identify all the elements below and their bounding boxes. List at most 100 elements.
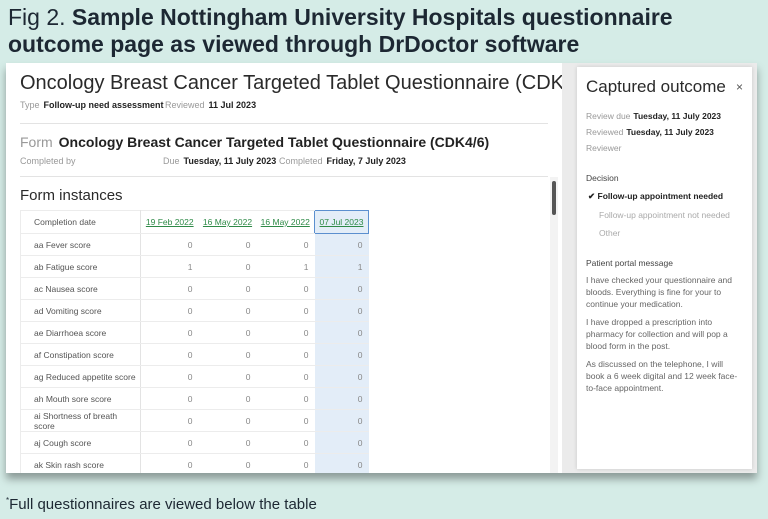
divider (20, 123, 548, 124)
date-column-link[interactable]: 19 Feb 2022 (140, 210, 199, 234)
table-header-row: Completion date 19 Feb 2022 16 May 2022 16 … (20, 210, 369, 234)
score-cell: 0 (256, 343, 315, 366)
message-paragraph: I have checked your questionnaire and bl… (586, 275, 733, 309)
score-cell: 0 (314, 365, 369, 388)
form-instances-title: Form instances (20, 187, 123, 204)
message-label: Patient portal message (586, 258, 673, 268)
figure-caption: Fig 2. Sample Nottingham University Hosp… (8, 4, 768, 58)
score-cell: 0 (314, 321, 369, 344)
row-label: ag Reduced appetite score (20, 365, 141, 388)
score-cell: 0 (198, 321, 257, 344)
column-header: Completion date (20, 210, 141, 234)
score-cell: 0 (140, 365, 199, 388)
row-label: af Constipation score (20, 343, 141, 366)
score-cell: 1 (314, 255, 369, 278)
score-cell: 0 (198, 233, 257, 256)
reviewer: Reviewer (586, 143, 622, 153)
score-cell: 0 (314, 277, 369, 300)
decision-option-not-needed[interactable]: Follow-up appointment not needed (586, 210, 743, 220)
row-label: aa Fever score (20, 233, 141, 256)
score-cell: 0 (198, 387, 257, 410)
row-label: ah Mouth sore score (20, 387, 141, 410)
score-cell: 0 (314, 409, 369, 432)
table-row: ab Fatigue score 1 0 1 1 (20, 255, 369, 278)
review-due: Review due Tuesday, 11 July 2023 (586, 111, 721, 121)
row-label: ad Vomiting score (20, 299, 141, 322)
score-cell: 0 (314, 431, 369, 454)
score-cell: 0 (140, 277, 199, 300)
score-cell: 0 (140, 233, 199, 256)
score-cell: 0 (256, 277, 315, 300)
scrollbar-thumb[interactable] (552, 181, 556, 215)
footnote: *Full questionnaires are viewed below th… (6, 496, 317, 513)
figure-label: Fig 2. (8, 4, 66, 30)
score-cell: 0 (140, 321, 199, 344)
score-cell: 0 (140, 431, 199, 454)
captured-outcome-panel: Captured outcome × Review due Tuesday, 11 … (577, 67, 752, 469)
row-label: ai Shortness of breath score (20, 409, 141, 432)
row-label: ae Diarrhoea score (20, 321, 141, 344)
score-cell: 0 (140, 409, 199, 432)
divider (20, 176, 548, 177)
score-cell: 0 (198, 255, 257, 278)
decision-option-other[interactable]: Other (586, 228, 743, 238)
table-row: ad Vomiting score 0 0 0 0 (20, 299, 369, 322)
main-panel: Oncology Breast Cancer Targeted Tablet Q… (6, 63, 562, 473)
date-column-link[interactable]: 16 May 2022 (256, 210, 315, 234)
table-row: ai Shortness of breath score 0 0 0 0 (20, 409, 369, 432)
close-icon[interactable]: × (736, 80, 743, 94)
table-row: ac Nausea score 0 0 0 0 (20, 277, 369, 300)
table-row: aj Cough score 0 0 0 0 (20, 431, 369, 454)
score-cell: 0 (256, 299, 315, 322)
score-cell: 0 (314, 233, 369, 256)
reviewed: Reviewed Tuesday, 11 July 2023 (586, 127, 714, 137)
score-cell: 0 (198, 343, 257, 366)
table-row: aa Fever score 0 0 0 0 (20, 233, 369, 256)
score-cell: 0 (198, 299, 257, 322)
score-cell: 0 (256, 453, 315, 473)
score-cell: 0 (314, 453, 369, 473)
score-cell: 1 (256, 255, 315, 278)
decision-label: Decision (586, 173, 619, 183)
type-meta: Type Follow-up need assessment (20, 100, 164, 110)
score-cell: 0 (198, 365, 257, 388)
panel-title: Captured outcome (586, 77, 726, 96)
table-row: ak Skin rash score 0 0 0 0 (20, 453, 369, 473)
score-cell: 0 (256, 321, 315, 344)
form-instances-table: Completion date 19 Feb 2022 16 May 2022 16 … (20, 210, 369, 473)
page-title: Oncology Breast Cancer Targeted Tablet Q… (20, 72, 562, 94)
score-cell: 0 (140, 453, 199, 473)
decision-option-needed[interactable]: ✔ Follow-up appointment needed (586, 191, 743, 202)
due-meta: Due Tuesday, 11 July 2023 (163, 156, 277, 166)
check-icon: ✔ (588, 191, 596, 201)
score-cell: 0 (256, 431, 315, 454)
scrollbar[interactable] (550, 177, 558, 473)
row-label: ab Fatigue score (20, 255, 141, 278)
score-cell: 0 (198, 453, 257, 473)
score-cell: 0 (314, 299, 369, 322)
completed-meta: Completed Friday, 7 July 2023 (279, 156, 406, 166)
score-cell: 1 (140, 255, 199, 278)
row-label: aj Cough score (20, 431, 141, 454)
date-column-link[interactable]: 16 May 2022 (198, 210, 257, 234)
row-label: ac Nausea score (20, 277, 141, 300)
score-cell: 0 (256, 409, 315, 432)
app-screen: Oncology Breast Cancer Targeted Tablet Q… (6, 63, 757, 473)
table-row: ae Diarrhoea score 0 0 0 0 (20, 321, 369, 344)
score-cell: 0 (314, 387, 369, 410)
completed-by: Completed by (20, 156, 76, 166)
message-paragraph: I have dropped a prescription into pharm… (586, 317, 728, 351)
score-cell: 0 (256, 365, 315, 388)
row-label: ak Skin rash score (20, 453, 141, 473)
score-cell: 0 (140, 343, 199, 366)
score-cell: 0 (140, 299, 199, 322)
reviewed-meta: Reviewed 11 Jul 2023 (165, 100, 257, 110)
date-column-link[interactable]: 07 Jul 2023 (314, 210, 369, 234)
message-paragraph: As discussed on the telephone, I will bo… (586, 359, 738, 393)
score-cell: 0 (198, 431, 257, 454)
table-row: ag Reduced appetite score 0 0 0 0 (20, 365, 369, 388)
score-cell: 0 (256, 387, 315, 410)
score-cell: 0 (256, 233, 315, 256)
form-title: Form Oncology Breast Cancer Targeted Tabl… (20, 134, 490, 150)
table-row: ah Mouth sore score 0 0 0 0 (20, 387, 369, 410)
